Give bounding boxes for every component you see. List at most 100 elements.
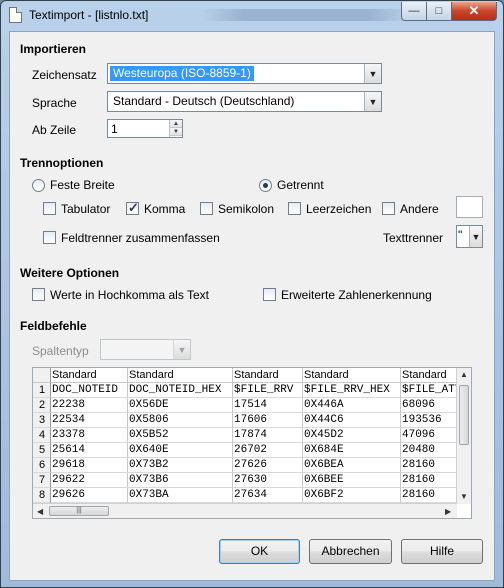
row-header[interactable]: 1: [33, 383, 51, 398]
grid-cell[interactable]: 47096: [401, 428, 458, 443]
grid-cell[interactable]: 29618: [51, 458, 128, 473]
grid-cell[interactable]: 27634: [233, 488, 303, 503]
separated-radio[interactable]: [259, 179, 272, 192]
grid-cell[interactable]: 29626: [51, 488, 128, 503]
row-header[interactable]: 2: [33, 398, 51, 413]
spin-down-icon[interactable]: ▼: [170, 128, 182, 136]
grid-cell[interactable]: 193536: [401, 413, 458, 428]
row-header[interactable]: 7: [33, 473, 51, 488]
scroll-right-icon[interactable]: ▶: [445, 507, 451, 516]
row-header[interactable]: 4: [33, 428, 51, 443]
row-header[interactable]: 6: [33, 458, 51, 473]
grid-cell[interactable]: 23378: [51, 428, 128, 443]
spin-up-icon[interactable]: ▲: [170, 120, 182, 128]
grid-cell[interactable]: 0X44C6: [303, 413, 401, 428]
grid-cell[interactable]: 0X6BEE: [303, 473, 401, 488]
grid-cell[interactable]: 17606: [233, 413, 303, 428]
minimize-button[interactable]: —: [401, 2, 427, 21]
vertical-scroll-thumb[interactable]: [459, 385, 469, 445]
grid-cell[interactable]: 0X5B52: [128, 428, 233, 443]
chevron-down-icon[interactable]: ▼: [364, 92, 381, 111]
quoted-as-text-label[interactable]: Werte in Hochkomma als Text: [50, 288, 209, 302]
grid-cell[interactable]: 29622: [51, 473, 128, 488]
language-dropdown[interactable]: Standard - Deutsch (Deutschland) ▼: [107, 91, 382, 112]
grid-cell[interactable]: 0X6BEA: [303, 458, 401, 473]
grid-cell[interactable]: 25614: [51, 443, 128, 458]
other-separator-input[interactable]: [456, 196, 483, 218]
merge-separators-checkbox[interactable]: [43, 231, 56, 244]
space-label[interactable]: Leerzeichen: [306, 202, 371, 216]
detect-numbers-checkbox[interactable]: [263, 288, 276, 301]
grid-cell[interactable]: 17874: [233, 428, 303, 443]
column-header[interactable]: Standard: [303, 368, 401, 383]
charset-dropdown[interactable]: Westeuropa (ISO-8859-1) ▼: [107, 63, 382, 84]
detect-numbers-label[interactable]: Erweiterte Zahlenerkennung: [281, 288, 432, 302]
grid-cell[interactable]: 28160: [401, 473, 458, 488]
spinner-buttons[interactable]: ▲ ▼: [169, 120, 182, 137]
tab-label[interactable]: Tabulator: [61, 202, 110, 216]
grid-cell[interactable]: 0X640E: [128, 443, 233, 458]
title-bar[interactable]: Textimport - [listnlo.txt] — □ ✕: [1, 1, 503, 29]
column-header[interactable]: Standard: [401, 368, 458, 383]
grid-cell[interactable]: $FILE_RRV_HEX: [303, 383, 401, 398]
grid-cell[interactable]: 0X45D2: [303, 428, 401, 443]
grid-cell[interactable]: 0X73B6: [128, 473, 233, 488]
grid-cell[interactable]: 27626: [233, 458, 303, 473]
close-button[interactable]: ✕: [451, 2, 497, 21]
grid-cell[interactable]: 22534: [51, 413, 128, 428]
fixed-width-radio[interactable]: [32, 179, 45, 192]
grid-cell[interactable]: 0X56DE: [128, 398, 233, 413]
separated-label[interactable]: Getrennt: [277, 178, 324, 192]
semicolon-checkbox[interactable]: [200, 202, 213, 215]
grid-cell[interactable]: 20480: [401, 443, 458, 458]
row-header[interactable]: 8: [33, 488, 51, 503]
chevron-down-icon[interactable]: ▼: [173, 340, 190, 359]
preview-grid[interactable]: Standard Standard Standard Standard Stan…: [32, 367, 472, 519]
from-row-value[interactable]: 1: [111, 122, 118, 136]
grid-cell[interactable]: 0X73BA: [128, 488, 233, 503]
column-header[interactable]: Standard: [128, 368, 233, 383]
fixed-width-label[interactable]: Feste Breite: [50, 178, 115, 192]
grid-cell[interactable]: 0X5806: [128, 413, 233, 428]
grid-cell[interactable]: 17514: [233, 398, 303, 413]
row-header[interactable]: 3: [33, 413, 51, 428]
ok-button[interactable]: OK: [219, 539, 300, 564]
space-checkbox[interactable]: [288, 202, 301, 215]
chevron-down-icon[interactable]: ▼: [469, 226, 482, 247]
other-label[interactable]: Andere: [400, 202, 439, 216]
column-header[interactable]: Standard: [233, 368, 303, 383]
merge-separators-label[interactable]: Feldtrenner zusammenfassen: [61, 231, 220, 245]
text-delimiter-dropdown[interactable]: " ▼: [456, 225, 483, 248]
grid-cell[interactable]: 68096: [401, 398, 458, 413]
grid-cell[interactable]: 28160: [401, 458, 458, 473]
semicolon-label[interactable]: Semikolon: [218, 202, 274, 216]
comma-label[interactable]: Komma: [144, 202, 185, 216]
help-button[interactable]: Hilfe: [401, 539, 483, 564]
grid-cell[interactable]: $FILE_ATTA: [401, 383, 458, 398]
grid-cell[interactable]: 0X6BF2: [303, 488, 401, 503]
grid-cell[interactable]: DOC_NOTEID: [51, 383, 128, 398]
cancel-button[interactable]: Abbrechen: [309, 539, 392, 564]
quoted-as-text-checkbox[interactable]: [32, 288, 45, 301]
column-header[interactable]: Standard: [51, 368, 128, 383]
grid-cell[interactable]: 22238: [51, 398, 128, 413]
comma-checkbox[interactable]: [126, 200, 139, 216]
scroll-up-icon[interactable]: ▲: [460, 370, 468, 379]
scroll-left-icon[interactable]: ◀: [37, 507, 43, 516]
grid-cell[interactable]: 0X684E: [303, 443, 401, 458]
grid-cell[interactable]: DOC_NOTEID_HEX: [128, 383, 233, 398]
grid-vertical-scrollbar[interactable]: ▲ ▼: [456, 368, 471, 504]
maximize-button[interactable]: □: [426, 2, 452, 21]
row-header[interactable]: 5: [33, 443, 51, 458]
chevron-down-icon[interactable]: ▼: [364, 64, 381, 83]
grid-cell[interactable]: 28160: [401, 488, 458, 503]
grid-cell[interactable]: 26702: [233, 443, 303, 458]
scroll-down-icon[interactable]: ▼: [460, 492, 468, 501]
grid-cell[interactable]: 0X446A: [303, 398, 401, 413]
grid-cell[interactable]: 0X73B2: [128, 458, 233, 473]
tab-checkbox[interactable]: [43, 202, 56, 215]
grid-cell[interactable]: 27630: [233, 473, 303, 488]
from-row-spinner[interactable]: 1 ▲ ▼: [107, 119, 183, 138]
horizontal-scroll-thumb[interactable]: |||: [49, 506, 109, 516]
column-type-dropdown[interactable]: ▼: [100, 339, 191, 360]
